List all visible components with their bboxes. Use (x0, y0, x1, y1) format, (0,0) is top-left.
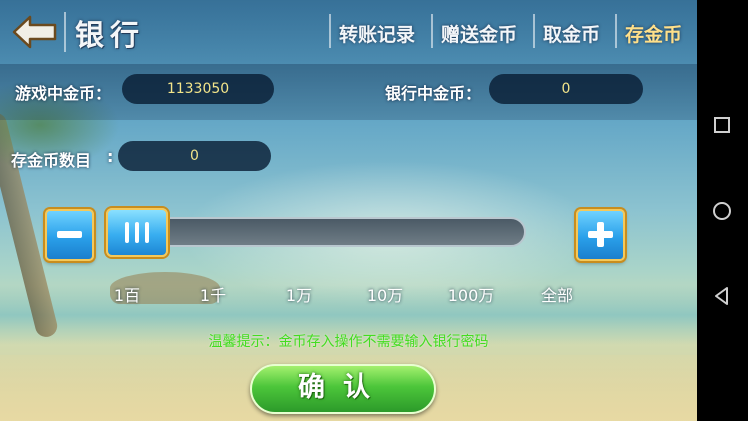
game-gold-value: 1133050 (122, 74, 274, 104)
tab-gift-gold[interactable]: 赠送金币 (441, 20, 517, 47)
tick-1000000[interactable]: 100万 (448, 282, 495, 306)
deposit-slider-thumb[interactable] (106, 208, 168, 257)
deposit-amount-label: 存金币数目 (11, 151, 92, 170)
tab-divider (431, 14, 433, 48)
tab-transfer-records[interactable]: 转账记录 (339, 20, 415, 47)
android-nav-bar (697, 0, 748, 421)
tick-100000[interactable]: 10万 (367, 282, 403, 306)
triangle-icon[interactable] (710, 284, 734, 308)
decrease-button[interactable] (45, 209, 94, 261)
deposit-amount-input[interactable]: 0 (118, 141, 271, 171)
top-bar: 银行 转账记录 赠送金币 取金币 存金币 (0, 0, 697, 64)
bank-gold-label: 银行中金币： (385, 84, 482, 103)
tick-100[interactable]: 1百 (114, 282, 140, 306)
game-screen: 银行 转账记录 赠送金币 取金币 存金币 游戏中金币： 1133050 银行中金… (0, 0, 697, 421)
minus-icon (57, 231, 82, 238)
increase-button[interactable] (576, 209, 625, 261)
square-icon[interactable] (710, 113, 734, 137)
tick-all[interactable]: 全部 (541, 282, 573, 306)
tab-divider (615, 14, 617, 48)
page-title: 银行 (75, 18, 146, 52)
confirm-button[interactable]: 确认 (250, 364, 436, 414)
tab-divider (329, 14, 331, 48)
back-button[interactable] (12, 14, 58, 50)
deposit-colon: : (107, 147, 114, 166)
tick-10000[interactable]: 1万 (286, 282, 312, 306)
tab-withdraw-gold[interactable]: 取金币 (543, 20, 600, 47)
deposit-tip: 温馨提示：金币存入操作不需要输入银行密码 (208, 334, 489, 350)
game-gold-label: 游戏中金币： (15, 84, 112, 103)
back-arrow-icon (12, 15, 57, 49)
bank-gold-value: 0 (489, 74, 643, 104)
tab-deposit-gold[interactable]: 存金币 (625, 20, 682, 47)
title-divider (64, 12, 66, 52)
tick-1000[interactable]: 1千 (200, 282, 226, 306)
plus-icon (588, 222, 613, 247)
circle-icon[interactable] (710, 199, 734, 223)
tab-divider (533, 14, 535, 48)
